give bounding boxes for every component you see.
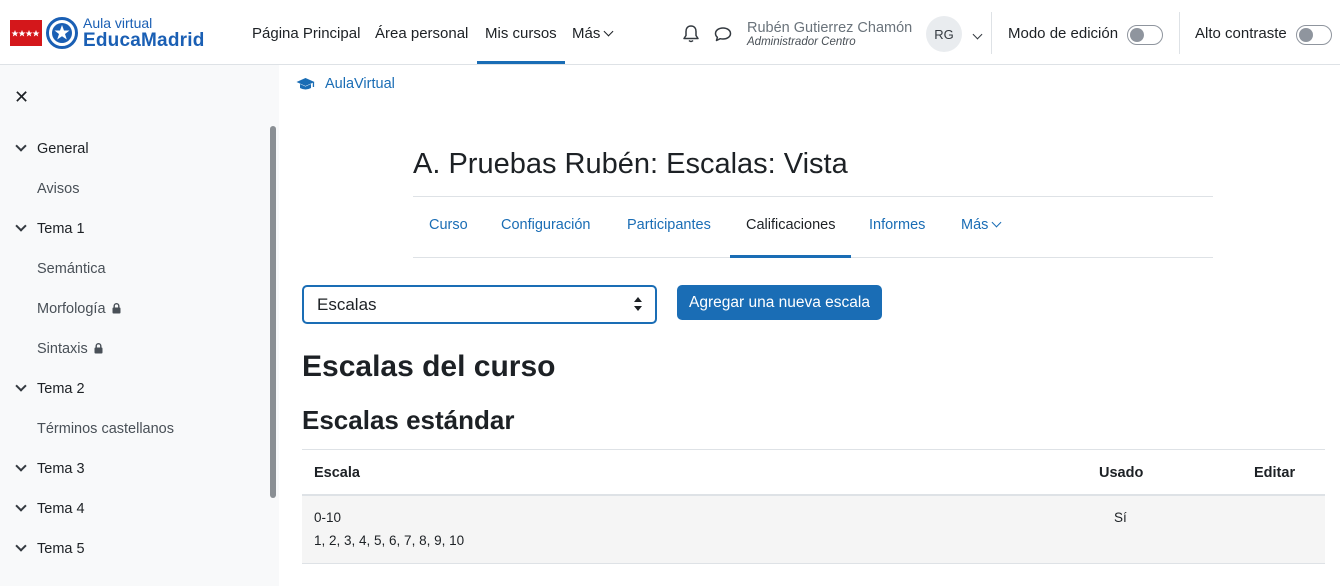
brand-subtitle[interactable]: Aula virtual	[83, 15, 152, 31]
activity-label: Morfología	[37, 301, 106, 317]
nav-my-courses[interactable]: Mis cursos	[477, 25, 565, 64]
tab-grades[interactable]: Calificaciones	[729, 217, 853, 258]
high-contrast-label: Alto contraste	[1195, 25, 1287, 42]
drawer-scrollbar[interactable]	[270, 126, 276, 498]
high-contrast-toggle[interactable]	[1296, 25, 1332, 45]
course-activity[interactable]: Semántica	[37, 261, 106, 277]
section-label: General	[37, 141, 89, 157]
chevron-down-icon[interactable]	[15, 220, 27, 232]
tab-settings[interactable]: Configuración	[501, 217, 590, 233]
tab-more-label: Más	[961, 217, 989, 233]
tab-more[interactable]: Más	[961, 217, 1002, 233]
course-activity[interactable]: Avisos	[37, 181, 79, 197]
section-label: Tema 3	[37, 461, 85, 477]
add-scale-button[interactable]: Agregar una nueva escala	[677, 285, 882, 320]
section-label: Tema 5	[37, 541, 85, 557]
user-full-name[interactable]: Rubén Gutierrez Chamón	[747, 20, 912, 36]
nav-dashboard[interactable]: Área personal	[375, 25, 468, 42]
grade-navigation-select[interactable]: Escalas	[302, 285, 657, 324]
navbar-divider	[991, 12, 992, 54]
course-index-drawer: ✕ General Avisos Tema 1 Semántica Morfol…	[0, 65, 279, 586]
course-section-tema-1[interactable]: Tema 1	[15, 220, 85, 237]
course-section-tema-2[interactable]: Tema 2	[15, 380, 85, 397]
course-section-general[interactable]: General	[15, 140, 89, 157]
column-header-scale: Escala	[314, 465, 360, 481]
scale-name: 0-10	[314, 510, 342, 525]
select-arrows-icon	[634, 297, 642, 311]
avatar[interactable]: RG	[926, 16, 962, 52]
educamadrid-logo-icon[interactable]	[46, 17, 78, 49]
activity-label: Sintaxis	[37, 341, 88, 357]
madrid-flag-icon[interactable]	[10, 20, 42, 46]
brand-name[interactable]: EducaMadrid	[83, 30, 205, 52]
course-activity[interactable]: Sintaxis	[37, 341, 103, 357]
top-navbar: Aula virtual EducaMadrid Página Principa…	[0, 0, 1340, 65]
lock-icon	[94, 342, 103, 358]
navbar-divider	[1179, 12, 1180, 54]
chevron-down-icon	[603, 26, 614, 37]
nav-home[interactable]: Página Principal	[252, 25, 360, 42]
select-value: Escalas	[317, 295, 377, 314]
course-secondary-nav: Curso Configuración Participantes Califi…	[413, 197, 1213, 258]
standard-scales-table: Escala Usado Editar 0-10 1, 2, 3, 4, 5, …	[302, 449, 1325, 564]
page-title: A. Pruebas Rubén: Escalas: Vista	[413, 148, 848, 180]
course-activity[interactable]: Términos castellanos	[37, 421, 174, 437]
nav-more-label: Más	[572, 25, 601, 42]
edit-mode-toggle[interactable]	[1127, 25, 1163, 45]
graduation-cap-icon	[296, 77, 315, 89]
message-icon[interactable]	[713, 24, 732, 44]
course-activity[interactable]: Morfología	[37, 301, 121, 317]
table-row: 0-10 1, 2, 3, 4, 5, 6, 7, 8, 9, 10 Sí	[302, 496, 1325, 564]
chevron-down-icon	[991, 217, 1002, 228]
breadcrumb[interactable]: AulaVirtual	[296, 76, 395, 92]
scale-items: 1, 2, 3, 4, 5, 6, 7, 8, 9, 10	[314, 533, 465, 548]
chevron-down-icon[interactable]	[15, 460, 27, 472]
tab-participants[interactable]: Participantes	[627, 217, 711, 233]
user-menu-chevron-down-icon[interactable]	[972, 29, 983, 40]
standard-scales-heading: Escalas estándar	[302, 405, 515, 435]
course-section-tema-4[interactable]: Tema 4	[15, 500, 85, 517]
chevron-down-icon[interactable]	[15, 500, 27, 512]
nav-more[interactable]: Más	[572, 25, 614, 42]
section-label: Tema 4	[37, 501, 85, 517]
user-role: Administrador Centro	[747, 36, 856, 48]
close-icon[interactable]: ✕	[14, 87, 29, 108]
chevron-down-icon[interactable]	[15, 540, 27, 552]
column-header-used: Usado	[1099, 465, 1144, 481]
chevron-down-icon[interactable]	[15, 140, 27, 152]
section-label: Tema 2	[37, 381, 85, 397]
column-header-edit: Editar	[1254, 465, 1296, 481]
lock-icon	[112, 302, 121, 318]
scale-used: Sí	[1114, 510, 1127, 525]
table-header: Escala Usado Editar	[302, 449, 1325, 496]
tab-course[interactable]: Curso	[429, 217, 468, 233]
chevron-down-icon[interactable]	[15, 380, 27, 392]
breadcrumb-course[interactable]: AulaVirtual	[325, 76, 395, 92]
tab-reports[interactable]: Informes	[869, 217, 925, 233]
edit-mode-label: Modo de edición	[1008, 25, 1119, 42]
bell-icon[interactable]	[682, 24, 700, 44]
section-label: Tema 1	[37, 221, 85, 237]
course-section-tema-3[interactable]: Tema 3	[15, 460, 85, 477]
course-scales-heading: Escalas del curso	[302, 350, 556, 383]
course-section-tema-5[interactable]: Tema 5	[15, 540, 85, 557]
